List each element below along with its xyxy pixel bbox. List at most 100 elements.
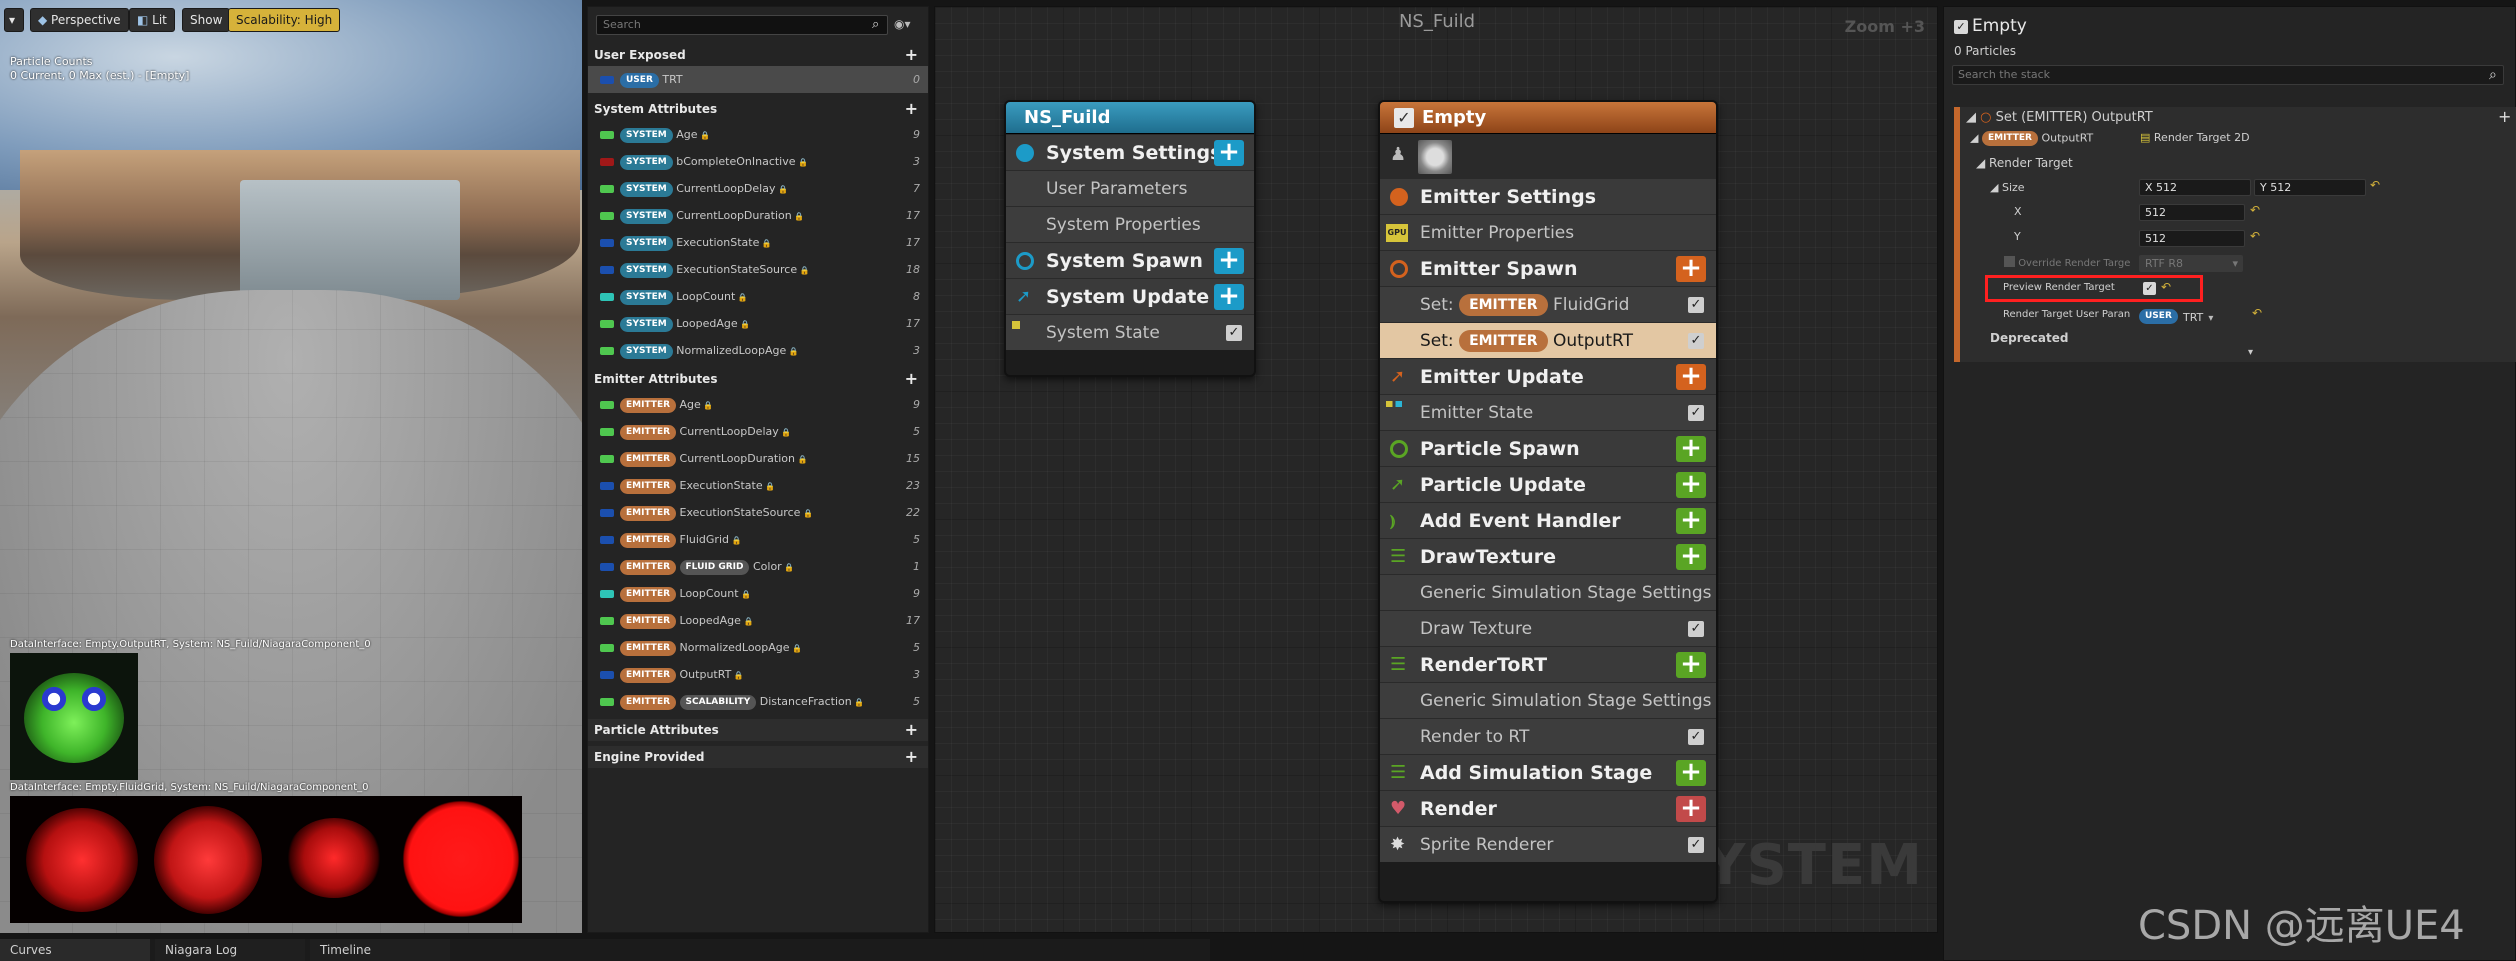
- viewport-menu-button[interactable]: ▾: [4, 8, 24, 32]
- user_exposed-param-row[interactable]: USER TRT 0: [588, 66, 928, 93]
- add-system-attr-icon[interactable]: +: [905, 98, 918, 120]
- lit-button[interactable]: ◧ Lit: [129, 8, 175, 32]
- reset-user-param-icon[interactable]: ↶: [2252, 306, 2262, 320]
- category-system-attributes[interactable]: System Attributes +: [588, 98, 928, 120]
- system_attributes-param-row[interactable]: SYSTEM CurrentLoopDuration 🔒 17: [588, 202, 928, 229]
- system-settings-row[interactable]: System Settings +: [1006, 134, 1254, 170]
- reset-y-icon[interactable]: ↶: [2250, 229, 2260, 243]
- emitter-spawn-row[interactable]: Emitter Spawn +: [1380, 250, 1716, 286]
- sprite-renderer-row[interactable]: ✸ Sprite Renderer ✓: [1380, 826, 1716, 862]
- add-emitter-update-button[interactable]: +: [1676, 363, 1706, 390]
- add-system-update-button[interactable]: +: [1214, 283, 1244, 310]
- module-header[interactable]: ◢ ○ Set (EMITTER) OutputRT: [1966, 110, 2153, 125]
- override-checkbox[interactable]: [2004, 256, 2015, 267]
- emitter_attributes-param-row[interactable]: EMITTER ExecutionState 🔒 23: [588, 472, 928, 499]
- category-engine-provided[interactable]: Engine Provided +: [588, 746, 928, 768]
- size-label[interactable]: ◢ Size: [1990, 181, 2025, 194]
- emitter_attributes-param-row[interactable]: EMITTER CurrentLoopDelay 🔒 5: [588, 418, 928, 445]
- tab-timeline[interactable]: Timeline: [310, 939, 450, 961]
- set-fluidgrid-row[interactable]: Set: EMITTER FluidGrid ✓: [1380, 286, 1716, 322]
- system_attributes-param-row[interactable]: SYSTEM bCompleteOnInactive 🔒 3: [588, 148, 928, 175]
- system_attributes-param-row[interactable]: SYSTEM ExecutionStateSource 🔒 18: [588, 256, 928, 283]
- system_attributes-param-row[interactable]: SYSTEM ExecutionState 🔒 17: [588, 229, 928, 256]
- emitter-state-checkbox[interactable]: ✓: [1688, 405, 1704, 421]
- emitter-state-row[interactable]: Emitter State ✓: [1380, 394, 1716, 430]
- emitter_attributes-param-row[interactable]: EMITTER ExecutionStateSource 🔒 22: [588, 499, 928, 526]
- preview-render-target-checkbox[interactable]: ✓: [2143, 282, 2156, 295]
- emitter-node[interactable]: ✓ Empty ♟ Emitter Settings GPU Emitter Pro…: [1378, 100, 1718, 903]
- set-outputrt-checkbox[interactable]: ✓: [1688, 333, 1704, 349]
- y-field[interactable]: 512: [2139, 230, 2245, 247]
- add-event-handler-row[interactable]: ⦆ Add Event Handler +: [1380, 502, 1716, 538]
- size-x-field[interactable]: X 512: [2139, 179, 2251, 196]
- size-y-field[interactable]: Y 512: [2254, 179, 2366, 196]
- format-dropdown[interactable]: RTF R8 ▾: [2139, 255, 2243, 272]
- system_attributes-param-row[interactable]: SYSTEM LoopedAge 🔒 17: [588, 310, 928, 337]
- add-event-handler-button[interactable]: +: [1676, 507, 1706, 534]
- system-state-checkbox[interactable]: ✓: [1226, 325, 1242, 341]
- add-particle-update-button[interactable]: +: [1676, 471, 1706, 498]
- sprite-renderer-checkbox[interactable]: ✓: [1688, 837, 1704, 853]
- render-to-rt-row[interactable]: Render to RT ✓: [1380, 718, 1716, 754]
- system-spawn-row[interactable]: System Spawn +: [1006, 242, 1254, 278]
- system-node-header[interactable]: NS_Fuild: [1006, 102, 1254, 134]
- emitter_attributes-param-row[interactable]: EMITTER LoopCount 🔒 9: [588, 580, 928, 607]
- emitter_attributes-param-row[interactable]: EMITTER NormalizedLoopAge 🔒 5: [588, 634, 928, 661]
- add-emitter-attr-icon[interactable]: +: [905, 368, 918, 390]
- emitter_attributes-param-row[interactable]: EMITTER LoopedAge 🔒 17: [588, 607, 928, 634]
- view-options-icon[interactable]: ◉▾: [894, 17, 911, 31]
- add-system-spawn-button[interactable]: +: [1214, 247, 1244, 274]
- render-row[interactable]: ♥ Render +: [1380, 790, 1716, 826]
- render-to-rt-checkbox[interactable]: ✓: [1688, 729, 1704, 745]
- deprecated-section[interactable]: Deprecated: [1990, 331, 2068, 345]
- stack-search-input[interactable]: Search the stack: [1952, 65, 2504, 85]
- user-param-selector[interactable]: USER TRT ▾: [2139, 306, 2249, 324]
- set-fluidgrid-checkbox[interactable]: ✓: [1688, 297, 1704, 313]
- set-outputrt-row[interactable]: Set: EMITTER OutputRT ✓: [1380, 322, 1716, 358]
- tab-curves[interactable]: Curves: [0, 939, 150, 961]
- system-properties-row[interactable]: System Properties: [1006, 206, 1254, 242]
- system-state-row[interactable]: System State ✓: [1006, 314, 1254, 350]
- system-node[interactable]: NS_Fuild System Settings + User Parameter…: [1004, 100, 1256, 377]
- scalability-button[interactable]: Scalability: High: [228, 8, 341, 32]
- add-simulation-stage-row[interactable]: ☰ Add Simulation Stage +: [1380, 754, 1716, 790]
- params-search-input[interactable]: Search: [596, 15, 888, 35]
- emitter_attributes-param-row[interactable]: EMITTER OutputRT 🔒 3: [588, 661, 928, 688]
- add-rendertort-module-button[interactable]: +: [1676, 651, 1706, 678]
- add-module-icon[interactable]: +: [2498, 107, 2511, 126]
- expand-chevron-icon[interactable]: ▾: [2248, 347, 2253, 358]
- emitter-properties-row[interactable]: GPU Emitter Properties: [1380, 214, 1716, 250]
- add-particle-attr-icon[interactable]: +: [905, 719, 918, 741]
- draw-texture-checkbox[interactable]: ✓: [1688, 621, 1704, 637]
- stack-enabled-checkbox[interactable]: ✓: [1954, 20, 1968, 34]
- add-renderer-button[interactable]: +: [1676, 795, 1706, 822]
- drawtexture-stage-row[interactable]: ☰ DrawTexture +: [1380, 538, 1716, 574]
- add-engine-param-icon[interactable]: +: [905, 746, 918, 768]
- emitter-update-row[interactable]: ➚ Emitter Update +: [1380, 358, 1716, 394]
- system_attributes-param-row[interactable]: SYSTEM LoopCount 🔒 8: [588, 283, 928, 310]
- perspective-button[interactable]: ◆ Perspective: [30, 8, 129, 32]
- reset-x-icon[interactable]: ↶: [2250, 203, 2260, 217]
- rendertort-stage-row[interactable]: ☰ RenderToRT +: [1380, 646, 1716, 682]
- draw-texture-row[interactable]: Draw Texture ✓: [1380, 610, 1716, 646]
- category-emitter-attributes[interactable]: Emitter Attributes +: [588, 368, 928, 390]
- emitter-settings-row[interactable]: Emitter Settings: [1380, 178, 1716, 214]
- preview-viewport[interactable]: ▾ ◆ Perspective ◧ Lit Show Scalability: …: [0, 0, 582, 933]
- particle-spawn-row[interactable]: Particle Spawn +: [1380, 430, 1716, 466]
- add-particle-spawn-button[interactable]: +: [1676, 435, 1706, 462]
- add-drawtexture-module-button[interactable]: +: [1676, 543, 1706, 570]
- system-update-row[interactable]: ➚ System Update +: [1006, 278, 1254, 314]
- emitter-node-header[interactable]: ✓ Empty: [1380, 102, 1716, 134]
- x-field[interactable]: 512: [2139, 204, 2245, 221]
- generic-sim-stage-settings-row-1[interactable]: Generic Simulation Stage Settings: [1380, 574, 1716, 610]
- add-user-param-icon[interactable]: +: [905, 44, 918, 66]
- reset-size-icon[interactable]: ↶: [2370, 178, 2380, 192]
- show-button[interactable]: Show: [182, 8, 231, 32]
- system_attributes-param-row[interactable]: SYSTEM CurrentLoopDelay 🔒 7: [588, 175, 928, 202]
- reset-preview-icon[interactable]: ↶: [2161, 280, 2171, 294]
- add-system-settings-button[interactable]: +: [1214, 139, 1244, 166]
- emitter_attributes-param-row[interactable]: EMITTER Age 🔒 9: [588, 391, 928, 418]
- generic-sim-stage-settings-row-2[interactable]: Generic Simulation Stage Settings: [1380, 682, 1716, 718]
- emitter-enabled-checkbox[interactable]: ✓: [1394, 108, 1414, 128]
- emitter_attributes-param-row[interactable]: EMITTER SCALABILITY DistanceFraction 🔒 5: [588, 688, 928, 715]
